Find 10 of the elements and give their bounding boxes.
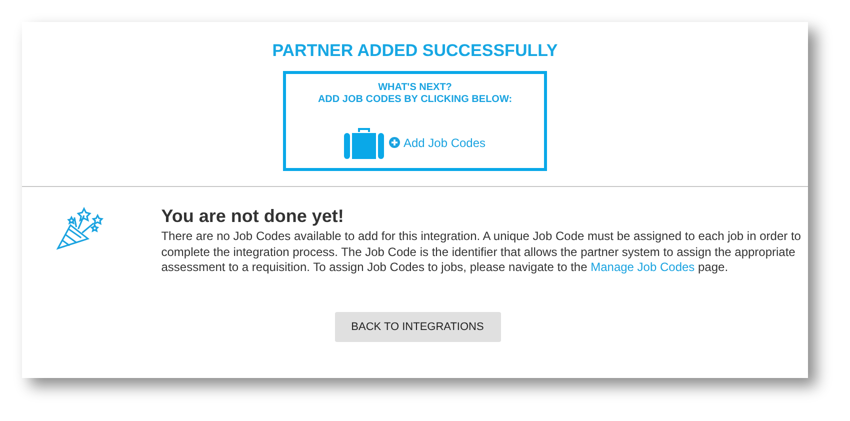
briefcase-icon	[344, 126, 384, 159]
instruction-text: ADD JOB CODES BY CLICKING BELOW:	[318, 94, 512, 106]
notice-heading: You are not done yet!	[161, 205, 345, 227]
page-title: PARTNER ADDED SUCCESSFULLY	[272, 41, 558, 61]
add-job-codes-link[interactable]: Add Job Codes	[389, 136, 486, 150]
notice-text: There are no Job Codes available to add for this integration. A unique Job Code must be assigned to each job in order to complete the integration process. The Job Code is the identifier that allows the partner system to assign the appropriate assessment to a requisition. To assign Job Codes to jobs, please navigate to the Manage Job Codes page.	[161, 229, 802, 276]
instruction-text: WHAT'S NEXT?	[378, 82, 452, 94]
manage-job-codes-link[interactable]: Manage Job Codes	[590, 260, 695, 274]
plus-circle-icon	[389, 137, 400, 148]
back-to-integrations-button[interactable]: BACK TO INTEGRATIONS	[334, 312, 500, 342]
